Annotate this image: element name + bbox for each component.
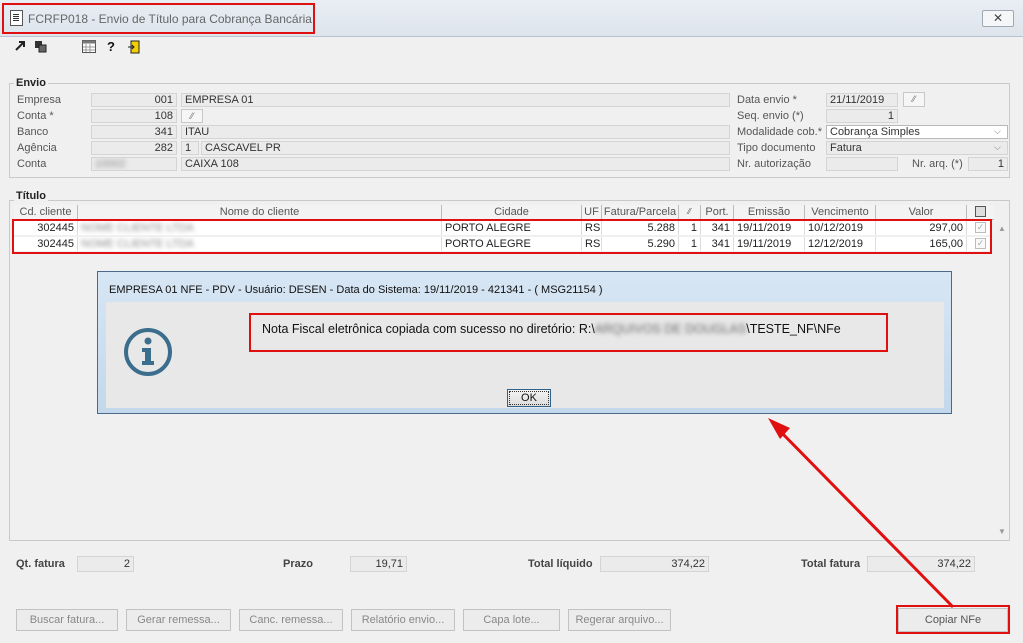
message-dialog: EMPRESA 01 NFE - PDV - Usuário: DESEN - …: [97, 271, 952, 414]
message-highlight: [249, 313, 888, 352]
ok-button[interactable]: OK: [507, 389, 551, 407]
info-icon: [123, 327, 173, 380]
dialog-title: EMPRESA 01 NFE - PDV - Usuário: DESEN - …: [109, 284, 603, 296]
